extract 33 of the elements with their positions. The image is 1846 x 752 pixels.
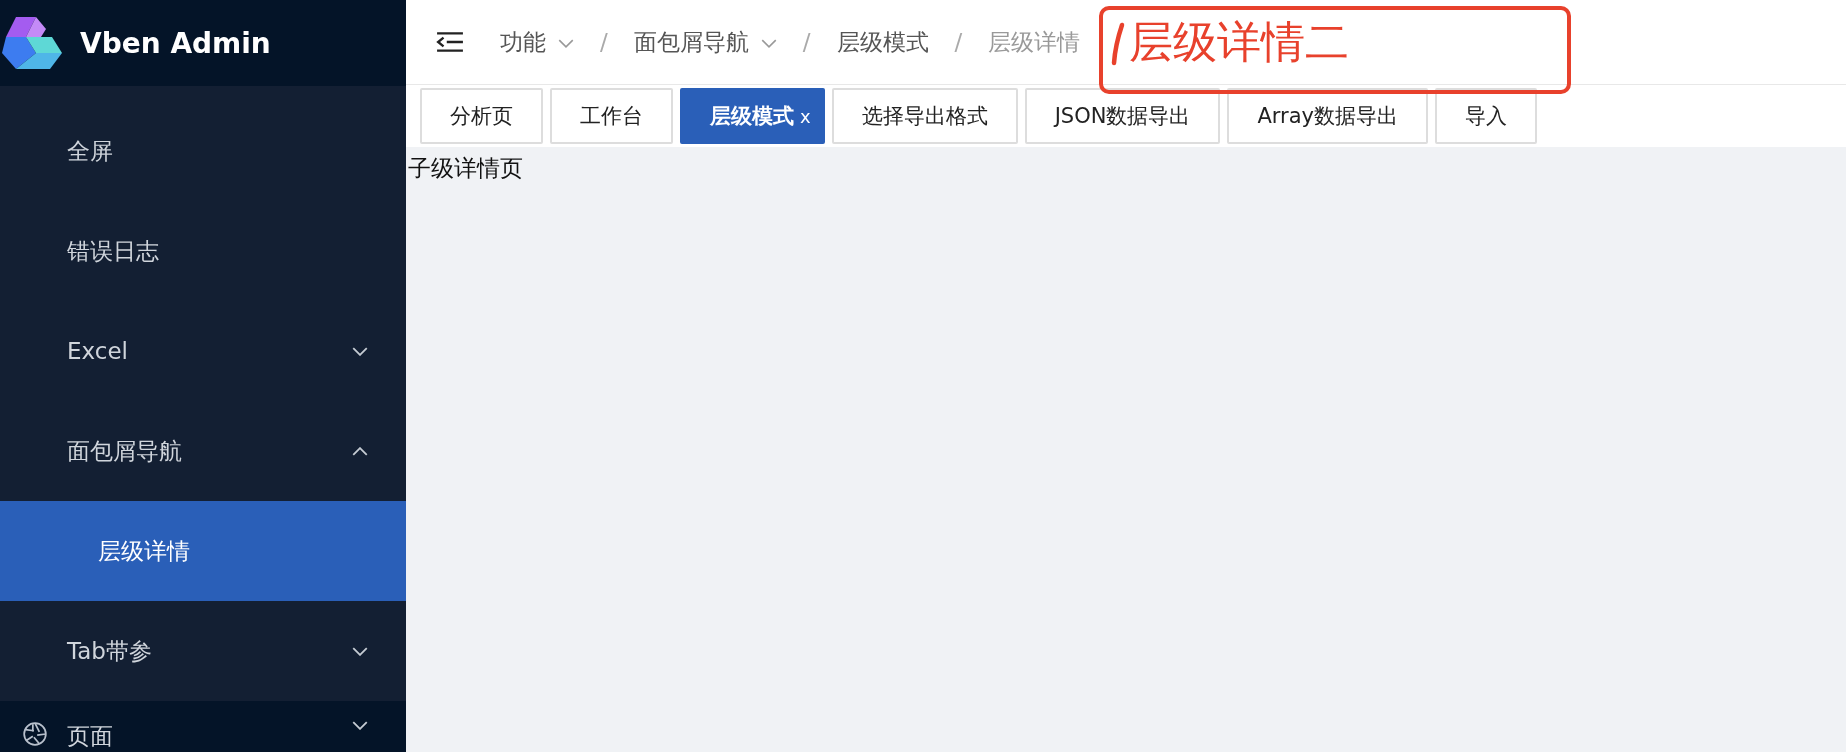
app-title: Vben Admin [80,26,271,60]
chevron-down-icon [352,646,368,656]
slash-stroke [1111,22,1125,66]
submenu-item[interactable]: Tab带参 [0,601,406,701]
breadcrumb-item[interactable]: 面包屑导航 [633,26,777,58]
tab[interactable]: 层级模式 x [680,88,825,144]
chevron-down-icon [352,721,368,730]
chevron-up-icon [352,446,368,456]
tab[interactable]: Array数据导出 [1227,88,1428,144]
menu-item[interactable]: 页面 [0,701,406,752]
tab[interactable]: JSON数据导出 [1024,88,1221,144]
breadcrumb-item[interactable]: 层级模式 [836,26,929,58]
chevron-down-icon [558,38,574,48]
breadcrumb-separator: / [600,29,608,55]
annotation-text: 层级详情二 [1129,16,1349,68]
chevron-down-icon [352,346,368,356]
submenu-item[interactable]: 层级详情 [0,501,406,601]
page-text: 子级详情页 [408,155,523,181]
tab[interactable]: 分析页 [420,88,543,144]
submenu-item[interactable]: Excel [0,301,406,401]
tab[interactable]: 导入 [1435,88,1537,144]
breadcrumb-item[interactable]: 功能 [500,26,574,58]
tab[interactable]: 工作台 [550,88,673,144]
logo-icon [2,15,62,71]
chevron-down-icon [760,38,777,48]
submenu-item[interactable]: 全屏 [0,101,406,201]
aperture-icon [22,721,48,747]
submenu-item[interactable]: 错误日志 [0,201,406,301]
breadcrumb-separator: / [802,29,811,55]
menu-fold-icon[interactable] [436,31,464,53]
submenu-item[interactable]: 面包屑导航 [0,401,406,501]
tab[interactable]: 选择导出格式 [831,88,1018,144]
breadcrumb-separator: / [954,29,963,55]
